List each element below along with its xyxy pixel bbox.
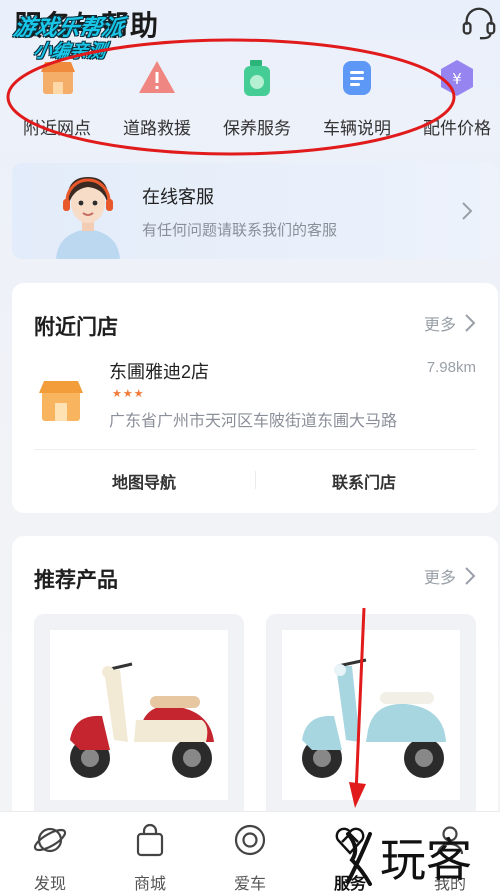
service-road-rescue[interactable]: 道路救援: [112, 56, 202, 139]
nearby-stores-title: 附近门店: [34, 316, 118, 339]
more-label: 更多: [423, 317, 456, 334]
online-service-card[interactable]: 在线客服 有任何问题请联系我们的客服: [12, 163, 498, 259]
planet-icon: [33, 827, 67, 853]
chevron-right-icon: [465, 567, 476, 585]
service-label: 保养服务: [223, 119, 291, 138]
tab-service[interactable]: 服务: [300, 812, 400, 891]
nearby-stores-card: 附近门店 更多 东圃雅迪2店 ★★★ 7.98km 广东省广州市天河区车陂街道东…: [12, 283, 498, 513]
chevron-right-icon: [462, 202, 473, 220]
red-scooter-image: [70, 662, 214, 778]
service-parts-price[interactable]: ¥ 配件价格: [412, 56, 500, 139]
user-icon: [436, 826, 464, 855]
service-agent-avatar: [56, 177, 120, 259]
more-label: 更多: [423, 570, 456, 587]
tab-label: 服务: [333, 876, 366, 891]
tab-mall[interactable]: 商城: [100, 812, 200, 891]
service-vehicle-manual[interactable]: 车辆说明: [312, 56, 402, 139]
products-more-link[interactable]: 更多: [424, 564, 476, 588]
tab-label: 我的: [433, 876, 466, 891]
service-label: 车辆说明: [323, 119, 391, 138]
shopping-bag-icon: [136, 823, 164, 857]
yuan-price-icon: ¥: [441, 60, 473, 96]
service-maintenance[interactable]: 保养服务: [212, 56, 302, 139]
tab-my-car[interactable]: 爱车: [200, 812, 300, 891]
chevron-right-icon: [465, 314, 476, 332]
service-label: 道路救援: [123, 119, 191, 138]
product-item-blue-scooter[interactable]: [266, 614, 476, 824]
product-image: [50, 630, 228, 800]
headset-icon[interactable]: [460, 4, 498, 42]
nearby-stores-more-link[interactable]: 更多: [424, 311, 476, 335]
service-nearby-outlets[interactable]: 附近网点: [12, 56, 102, 139]
recommended-products-card: 推荐产品 更多: [12, 536, 498, 836]
store-distance: 7.98km: [426, 359, 476, 376]
service-heart-icon: [335, 827, 365, 855]
action-separator: [255, 471, 256, 489]
target-circle-icon: [234, 824, 266, 856]
tab-discover[interactable]: 发现: [0, 812, 100, 891]
map-navigation-button[interactable]: 地图导航: [112, 469, 176, 493]
online-service-title: 在线客服: [142, 187, 214, 207]
service-label: 配件价格: [423, 119, 491, 138]
shop-icon: [41, 62, 75, 94]
online-service-subtitle: 有任何问题请联系我们的客服: [142, 222, 338, 239]
store-rating-stars: ★★★: [112, 388, 145, 400]
store-icon: [39, 381, 83, 421]
recommended-products-title: 推荐产品: [34, 569, 118, 592]
bottom-tab-bar: 发现 商城 爱车 服务 我的: [0, 811, 500, 891]
quick-services: 附近网点 道路救援 保养服务 车辆说明 ¥ 配件价格: [0, 56, 500, 146]
warning-triangle-icon: [139, 61, 175, 93]
tab-label: 发现: [33, 876, 66, 891]
header: 服务与帮助 游戏乐帮派 小编亲测: [0, 0, 500, 61]
tab-label: 商城: [133, 876, 166, 891]
manual-document-icon: [343, 61, 371, 95]
product-image: [282, 630, 460, 800]
tab-label: 爱车: [233, 876, 266, 891]
tab-mine[interactable]: 我的: [400, 812, 500, 891]
divider: [34, 449, 476, 450]
contact-store-button[interactable]: 联系门店: [332, 469, 396, 493]
blue-scooter-image: [302, 658, 446, 778]
store-address: 广东省广州市天河区车陂街道东圃大马路: [109, 413, 398, 430]
store-name[interactable]: 东圃雅迪2店: [109, 358, 209, 384]
product-item-red-scooter[interactable]: [34, 614, 244, 824]
service-label: 附近网点: [23, 119, 91, 138]
svg-text:¥: ¥: [452, 70, 462, 88]
maintenance-bottle-icon: [244, 60, 270, 96]
